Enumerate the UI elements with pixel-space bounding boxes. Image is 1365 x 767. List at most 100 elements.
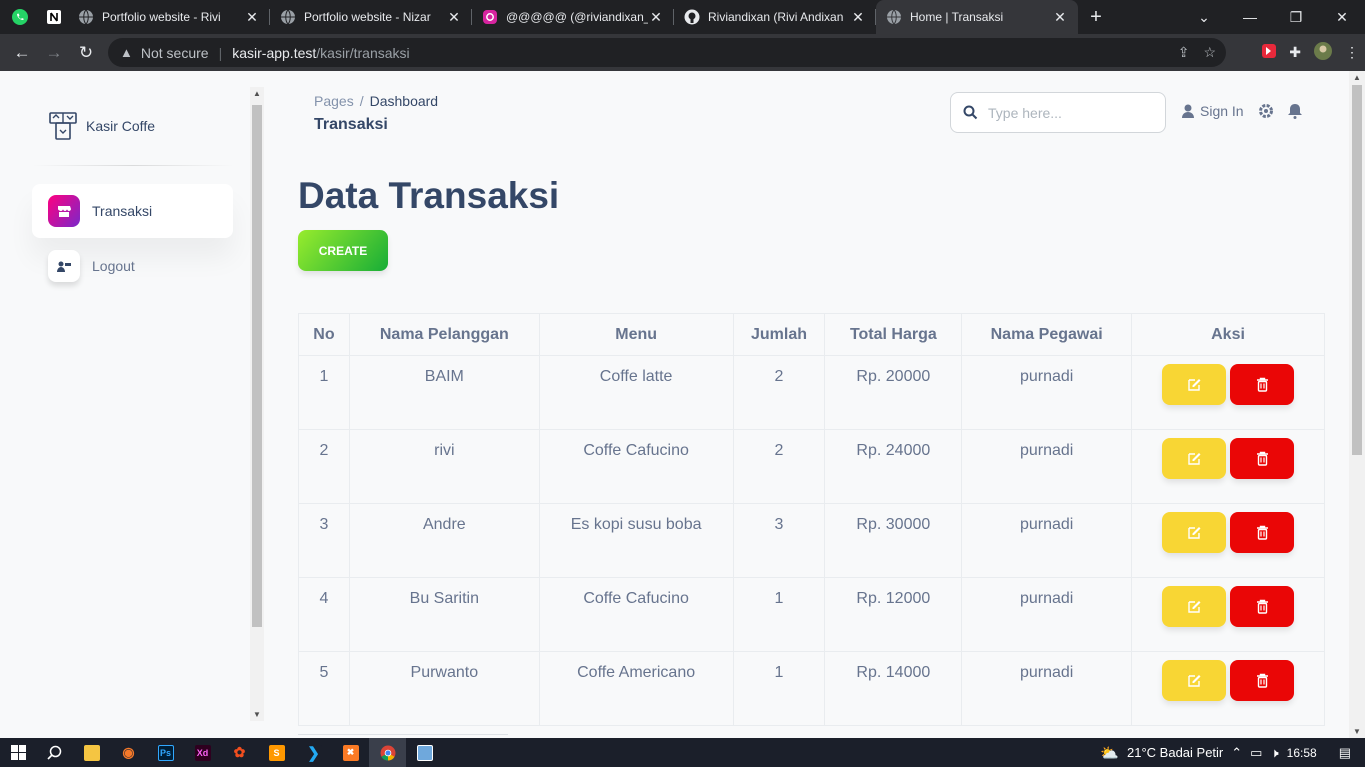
globe-icon (280, 9, 296, 25)
trash-icon (1256, 451, 1268, 466)
figma-icon: ✿ (231, 744, 248, 761)
chevron-up-icon[interactable]: ⌃ (1231, 745, 1242, 761)
volume-icon[interactable]: 🕨 (1270, 745, 1278, 761)
sidebar-divider (32, 165, 234, 166)
clock[interactable]: 16:58 (1287, 746, 1317, 760)
forward-button[interactable]: → (38, 43, 70, 63)
back-button[interactable]: ← (6, 43, 38, 63)
main-heading: Data Transaksi (298, 175, 560, 216)
column-header: Aksi (1131, 313, 1325, 356)
transaksi-table: No Nama Pelanggan Menu Jumlah Total Harg… (298, 313, 1325, 726)
edit-button[interactable] (1162, 512, 1227, 553)
cell-pelanggan: Andre (348, 503, 540, 578)
delete-button[interactable] (1230, 586, 1295, 627)
edit-button[interactable] (1162, 364, 1227, 405)
tab-search-icon[interactable]: ⌄ (1181, 0, 1227, 34)
cell-pegawai: purnadi (961, 355, 1133, 430)
taskbar-search-button[interactable] (36, 738, 73, 767)
signin-link[interactable]: Sign In (1182, 103, 1244, 119)
close-tab-icon[interactable]: ✕ (446, 9, 462, 26)
delete-button[interactable] (1230, 660, 1295, 701)
close-tab-icon[interactable]: ✕ (850, 9, 866, 26)
search-box[interactable] (950, 92, 1166, 133)
gear-icon[interactable] (1258, 103, 1274, 119)
instagram-icon (482, 9, 498, 25)
extension-icon[interactable] (1261, 43, 1277, 62)
taskbar-app-figma[interactable]: ✿ (221, 738, 258, 767)
sidebar-item-transaksi[interactable]: Transaksi (32, 184, 233, 238)
taskbar-app-blender[interactable]: ◉ (110, 738, 147, 767)
taskbar-app-xd[interactable]: Xd (184, 738, 221, 767)
whatsapp-pinned-tab[interactable] (6, 0, 34, 34)
sidebar-brand[interactable]: Kasir Coffe (48, 111, 155, 141)
sidebar-item-logout[interactable]: Logout (32, 239, 233, 293)
menu-kebab-icon[interactable]: ⋮ (1345, 44, 1359, 61)
scroll-up-arrow[interactable]: ▲ (1349, 73, 1365, 82)
weather-icon[interactable]: ⛅ (1100, 744, 1119, 762)
notion-pinned-tab[interactable] (40, 0, 68, 34)
scrollbar-thumb[interactable] (1352, 85, 1362, 455)
window-controls: ⌄ — ❐ ✕ (1181, 0, 1365, 34)
sidebar-item-label: Logout (92, 258, 135, 274)
browser-tab-active[interactable]: Home | Transaksi ✕ (876, 0, 1078, 34)
bookmark-star-icon[interactable]: ☆ (1203, 44, 1216, 61)
edit-button[interactable] (1162, 438, 1227, 479)
delete-button[interactable] (1230, 438, 1295, 479)
close-tab-icon[interactable]: ✕ (648, 9, 664, 26)
close-window-button[interactable]: ✕ (1319, 0, 1365, 34)
taskbar-app-photoshop[interactable]: Ps (147, 738, 184, 767)
scroll-up-arrow[interactable]: ▲ (250, 89, 264, 98)
scrollbar-thumb[interactable] (252, 105, 262, 627)
cell-pegawai: purnadi (961, 429, 1133, 504)
edit-button[interactable] (1162, 586, 1227, 627)
taskbar-app-explorer[interactable] (73, 738, 110, 767)
taskbar-app-window[interactable] (406, 738, 443, 767)
bell-icon[interactable] (1288, 103, 1302, 119)
cell-pelanggan: Bu Saritin (348, 577, 540, 652)
trash-icon (1256, 525, 1268, 540)
app-window-icon (416, 744, 433, 761)
sidebar-item-label: Transaksi (92, 203, 153, 219)
browser-tab[interactable]: Portfolio website - Rivi ✕ (68, 0, 270, 34)
new-tab-button[interactable]: + (1078, 6, 1114, 29)
address-bar[interactable]: ▲ Not secure | kasir-app.test/kasir/tran… (108, 38, 1226, 67)
close-tab-icon[interactable]: ✕ (244, 9, 260, 26)
weather-text[interactable]: 21°C Badai Petir (1127, 745, 1223, 760)
close-tab-icon[interactable]: ✕ (1052, 9, 1068, 26)
start-button[interactable] (0, 738, 36, 767)
taskbar-app-sublime[interactable]: S (258, 738, 295, 767)
browser-tab[interactable]: Riviandixan (Rivi Andixan ✕ (674, 0, 876, 34)
globe-icon (886, 9, 902, 25)
browser-tab[interactable]: @@@@@ (@riviandixan_) ✕ (472, 0, 674, 34)
cell-aksi (1131, 577, 1325, 652)
scroll-down-arrow[interactable]: ▼ (250, 710, 264, 719)
notification-icon[interactable]: ▤ (1339, 745, 1351, 761)
edit-button[interactable] (1162, 660, 1227, 701)
breadcrumb-root[interactable]: Pages (314, 93, 354, 109)
sidebar-scrollbar[interactable]: ▲ ▼ (250, 87, 264, 721)
cell-pegawai: purnadi (961, 503, 1133, 578)
puzzle-icon[interactable]: ✚ (1289, 44, 1301, 61)
taskbar-app-vscode[interactable]: ❯ (295, 738, 332, 767)
taskbar-app-chrome[interactable] (369, 738, 406, 767)
page-scrollbar[interactable]: ▲ ▼ (1349, 71, 1365, 738)
browser-tab-bar: Portfolio website - Rivi ✕ Portfolio web… (0, 0, 1365, 34)
search-input[interactable] (988, 104, 1158, 121)
reload-button[interactable]: ↻ (70, 43, 102, 63)
profile-avatar[interactable] (1313, 41, 1333, 64)
delete-button[interactable] (1230, 512, 1295, 553)
cell-jumlah: 2 (732, 429, 826, 504)
scroll-down-arrow[interactable]: ▼ (1349, 727, 1365, 736)
taskbar-app-xampp[interactable]: ✖ (332, 738, 369, 767)
minimize-button[interactable]: — (1227, 0, 1273, 34)
delete-button[interactable] (1230, 364, 1295, 405)
page-viewport: Kasir Coffe Transaksi Logout ▲ ▼ Pages / D… (0, 71, 1365, 738)
share-icon[interactable]: ⇪ (1178, 44, 1190, 61)
maximize-button[interactable]: ❐ (1273, 0, 1319, 34)
create-button[interactable]: CREATE (298, 230, 388, 271)
browser-tab[interactable]: Portfolio website - Nizar ✕ (270, 0, 472, 34)
blender-icon: ◉ (120, 744, 137, 761)
network-icon[interactable]: ▭ (1250, 745, 1262, 761)
cell-total: Rp. 20000 (824, 355, 963, 430)
cell-menu: Coffe latte (538, 355, 734, 430)
